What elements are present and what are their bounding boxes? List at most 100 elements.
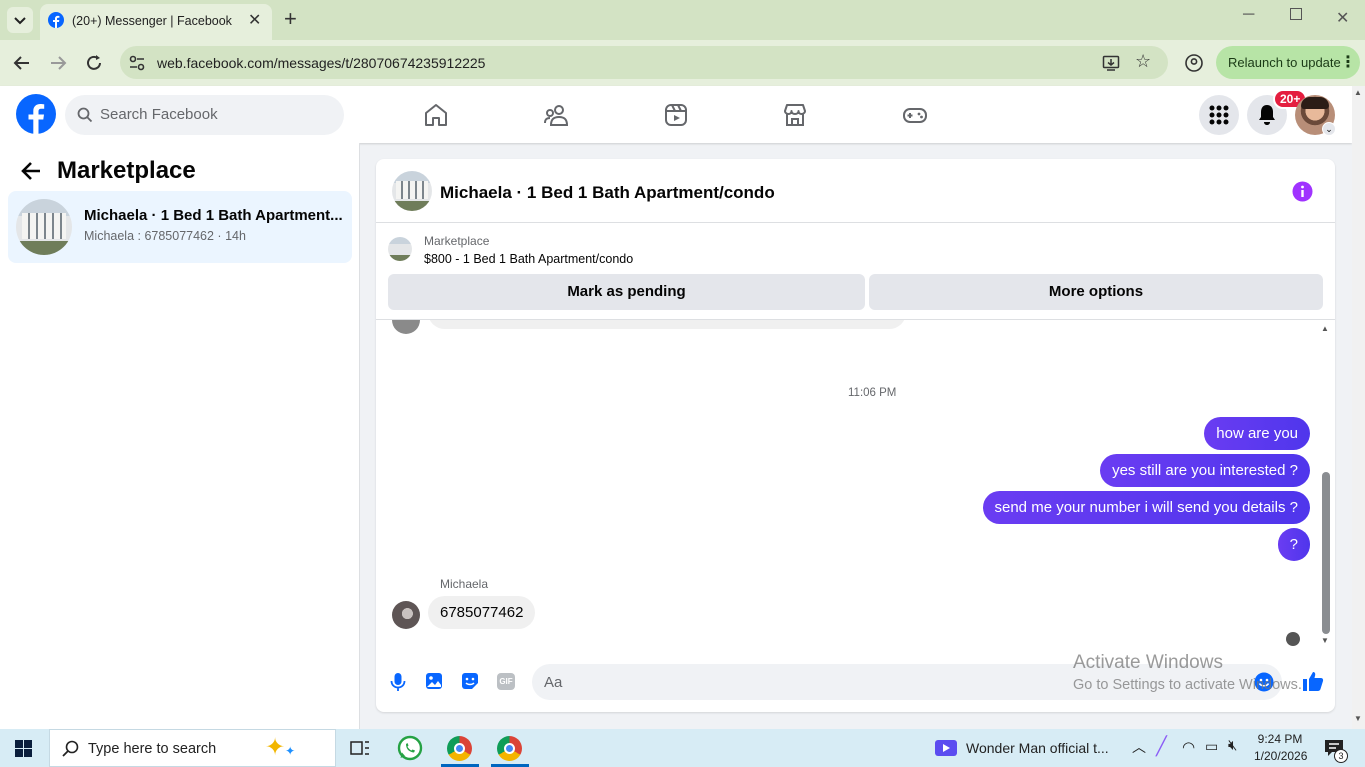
scroll-down-arrow-icon[interactable]: ▼ bbox=[1321, 636, 1329, 645]
bookmark-star-icon[interactable]: ☆ bbox=[1135, 51, 1151, 72]
notification-center-count: 3 bbox=[1338, 751, 1344, 761]
windows-start-icon[interactable] bbox=[15, 740, 32, 757]
forward-arrow-icon[interactable] bbox=[48, 53, 68, 73]
account-chevron-icon[interactable]: ⌄ bbox=[1322, 122, 1336, 136]
chat-scroll-thumb[interactable] bbox=[1322, 472, 1330, 634]
menu-button[interactable] bbox=[1199, 95, 1239, 135]
home-icon[interactable] bbox=[423, 102, 449, 128]
chrome-profile-2-icon[interactable] bbox=[497, 736, 522, 761]
taskbar-search-placeholder: Type here to search bbox=[88, 741, 217, 757]
chat-header: Michaela · 1 Bed 1 Bath Apartment/condo bbox=[376, 159, 1335, 223]
install-app-icon[interactable] bbox=[1102, 54, 1120, 72]
relaunch-label: Relaunch to update bbox=[1228, 55, 1341, 70]
page-scrollbar[interactable]: ▲ ▼ bbox=[1352, 86, 1365, 729]
facebook-search-input[interactable]: Search Facebook bbox=[65, 95, 344, 135]
message-list[interactable]: 11:06 PM how are you yes still are you i… bbox=[376, 320, 1335, 650]
battery-icon[interactable]: ▭ bbox=[1205, 738, 1218, 755]
mark-as-pending-button[interactable]: Mark as pending bbox=[388, 274, 865, 310]
chat-title[interactable]: Michaela · 1 Bed 1 Bath Apartment/condo bbox=[440, 183, 775, 203]
sticker-icon[interactable] bbox=[461, 672, 479, 690]
incoming-message[interactable]: 6785077462 bbox=[428, 596, 536, 629]
wifi-icon[interactable]: ◠ bbox=[1182, 738, 1195, 756]
outgoing-message[interactable]: yes still are you interested ? bbox=[1100, 454, 1310, 487]
incoming-sender-name: Michaela bbox=[440, 577, 489, 591]
reload-icon[interactable] bbox=[84, 53, 104, 73]
taskbar-search-input[interactable]: Type here to search ✦✦ bbox=[49, 729, 336, 767]
url-text: web.facebook.com/messages/t/280706742359… bbox=[157, 55, 486, 71]
tab-search-dropdown[interactable] bbox=[7, 7, 33, 33]
volume-muted-icon[interactable]: 🔇︎ bbox=[1228, 737, 1237, 754]
building-shape bbox=[396, 181, 428, 199]
search-icon bbox=[62, 740, 79, 757]
video-icon[interactable] bbox=[663, 102, 689, 128]
back-arrow-icon[interactable] bbox=[12, 53, 32, 73]
previous-message-bubble bbox=[428, 320, 906, 329]
incoming-avatar[interactable] bbox=[392, 601, 420, 629]
scroll-up-arrow-icon[interactable]: ▲ bbox=[1354, 88, 1362, 97]
listing-thumbnail bbox=[16, 199, 72, 255]
chrome-center bbox=[454, 743, 465, 754]
restore-icon[interactable] bbox=[1290, 8, 1302, 20]
gif-icon[interactable]: GIF bbox=[497, 673, 515, 690]
url-field[interactable]: web.facebook.com/messages/t/280706742359… bbox=[120, 46, 1168, 79]
gaming-icon[interactable] bbox=[902, 102, 928, 128]
scroll-up-arrow-icon[interactable]: ▲ bbox=[1321, 324, 1329, 333]
chat-avatar[interactable] bbox=[392, 171, 432, 211]
outgoing-message[interactable]: how are you bbox=[1204, 417, 1310, 450]
building-shape bbox=[22, 213, 66, 239]
media-video-icon[interactable] bbox=[935, 740, 957, 756]
outgoing-message[interactable]: ? bbox=[1277, 528, 1310, 561]
listing-title[interactable]: $800 - 1 Bed 1 Bath Apartment/condo bbox=[424, 252, 633, 266]
microphone-icon[interactable] bbox=[389, 672, 407, 692]
browser-address-bar: web.facebook.com/messages/t/280706742359… bbox=[0, 40, 1365, 86]
friends-icon[interactable] bbox=[543, 102, 569, 128]
seen-receipt-avatar bbox=[1286, 632, 1300, 646]
message-input-placeholder: Aa bbox=[544, 674, 563, 691]
show-hidden-icons-chevron-icon[interactable]: ︿ bbox=[1132, 737, 1146, 757]
facebook-top-nav: Search Facebook 20+ ⌄ bbox=[0, 86, 1352, 143]
watermark-subtitle: Go to Settings to activate Windows. bbox=[1073, 677, 1302, 693]
chrome-profile-1-icon[interactable] bbox=[447, 736, 472, 761]
chevron-down-icon bbox=[14, 17, 26, 25]
outgoing-message[interactable]: send me your number i will send you deta… bbox=[982, 491, 1310, 524]
back-arrow-icon[interactable] bbox=[20, 160, 42, 182]
panel-title: Marketplace bbox=[57, 157, 196, 184]
grid-menu-icon bbox=[1209, 105, 1229, 125]
chrome-center bbox=[504, 743, 515, 754]
conversation-name: Michaela · 1 Bed 1 Bath Apartment... bbox=[84, 207, 343, 224]
pen-icon[interactable]: ╱ bbox=[1156, 736, 1167, 757]
conversation-list-panel: Marketplace Michaela · 1 Bed 1 Bath Apar… bbox=[0, 143, 360, 729]
previous-message-avatar bbox=[392, 320, 420, 334]
media-title[interactable]: Wonder Man official t... bbox=[966, 740, 1109, 756]
kebab-menu-icon[interactable]: ⋮ bbox=[1340, 52, 1356, 72]
activate-windows-watermark: Activate Windows Go to Settings to activ… bbox=[1073, 652, 1309, 693]
bell-icon bbox=[1259, 105, 1275, 125]
profile-icon[interactable] bbox=[1184, 53, 1204, 73]
browser-tab-messenger[interactable]: (20+) Messenger | Facebook ✕ bbox=[40, 4, 272, 40]
listing-thumbnail-small[interactable] bbox=[388, 237, 412, 261]
facebook-logo-icon[interactable] bbox=[16, 94, 56, 134]
more-options-button[interactable]: More options bbox=[869, 274, 1323, 310]
info-icon[interactable] bbox=[1292, 181, 1313, 202]
conversation-item[interactable]: Michaela · 1 Bed 1 Bath Apartment... Mic… bbox=[8, 191, 352, 263]
tab-title: (20+) Messenger | Facebook bbox=[72, 14, 232, 28]
site-settings-icon[interactable] bbox=[128, 54, 146, 72]
close-window-icon[interactable]: ✕ bbox=[1336, 8, 1349, 28]
copilot-sparkle-icon[interactable]: ✦✦ bbox=[265, 733, 295, 762]
system-clock[interactable]: 9:24 PM 1/20/2026 bbox=[1254, 731, 1308, 765]
task-view-icon[interactable] bbox=[350, 739, 370, 757]
browser-tab-bar: (20+) Messenger | Facebook ✕ + ─ ✕ bbox=[0, 0, 1365, 40]
new-tab-icon[interactable]: + bbox=[284, 6, 297, 32]
watermark-title: Activate Windows bbox=[1073, 652, 1223, 673]
scroll-down-arrow-icon[interactable]: ▼ bbox=[1354, 714, 1362, 723]
avatar-hair bbox=[1301, 97, 1329, 109]
minimize-icon[interactable]: ─ bbox=[1243, 6, 1254, 24]
whatsapp-icon[interactable] bbox=[397, 735, 423, 761]
marketplace-icon[interactable] bbox=[782, 102, 808, 128]
photo-icon[interactable] bbox=[425, 672, 443, 690]
relaunch-to-update-button[interactable]: Relaunch to update ⋮ bbox=[1216, 46, 1360, 79]
listing-source: Marketplace bbox=[424, 234, 490, 248]
chat-scrollbar[interactable]: ▲ ▼ bbox=[1320, 324, 1332, 649]
tab-close-icon[interactable]: ✕ bbox=[248, 10, 261, 30]
clock-date: 1/20/2026 bbox=[1254, 749, 1308, 763]
